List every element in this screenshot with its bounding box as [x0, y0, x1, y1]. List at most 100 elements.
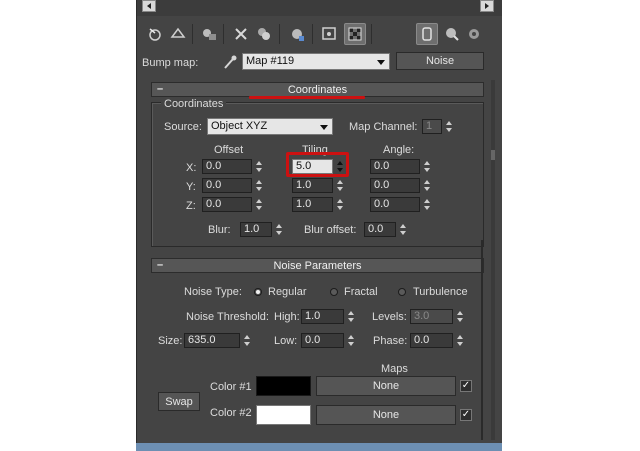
show-in-viewport-button[interactable] [318, 23, 340, 45]
title-underline-annotation [249, 96, 365, 99]
assign-material-button[interactable] [286, 23, 308, 45]
map-type-button[interactable]: Noise [396, 52, 484, 70]
noise-type-regular-label: Regular [268, 286, 307, 298]
source-dropdown[interactable]: Object XYZ [207, 118, 333, 135]
toolbar-separator [312, 24, 313, 44]
noise-type-fractal-label: Fractal [344, 286, 378, 298]
material-editor-panel: Bump map: Map #119 Noise – Coordinates C… [136, 0, 502, 443]
levels-field[interactable]: 3.0 [410, 309, 453, 324]
swap-button[interactable]: Swap [158, 392, 200, 411]
chevron-down-icon [320, 125, 328, 130]
top-strip [136, 0, 502, 16]
material-map-navigator-icon [446, 28, 459, 41]
options-button[interactable] [463, 23, 485, 45]
offset-y-field[interactable]: 0.0 [202, 178, 252, 193]
vertical-scrollbar[interactable] [491, 80, 495, 440]
panel-left-border [136, 0, 137, 443]
offset-z-spinner[interactable] [254, 197, 263, 212]
taskbar-strip [136, 443, 502, 451]
angle-z-field[interactable]: 0.0 [370, 197, 420, 212]
scrollbar-thumb[interactable] [491, 150, 495, 160]
sample-type-button[interactable] [416, 23, 438, 45]
angle-column-header: Angle: [383, 144, 415, 156]
arrow-right-icon [485, 3, 489, 9]
blur-label: Blur: [208, 224, 231, 236]
noise-parameters-rollout-header[interactable]: – Noise Parameters [151, 258, 484, 273]
blur-spinner[interactable] [274, 222, 283, 237]
collapse-icon: – [157, 83, 164, 95]
angle-x-field[interactable]: 0.0 [370, 159, 420, 174]
make-unique-button[interactable] [253, 23, 275, 45]
high-spinner[interactable] [346, 309, 355, 324]
go-to-parent-button[interactable] [144, 23, 166, 45]
blur-offset-spinner[interactable] [398, 222, 407, 237]
size-spinner[interactable] [242, 333, 251, 348]
material-map-navigator-button[interactable] [441, 23, 463, 45]
toolbar-separator [223, 24, 224, 44]
color2-map-checkbox[interactable]: ✓ [460, 409, 472, 421]
scroll-left-button[interactable] [142, 0, 156, 12]
phase-spinner[interactable] [455, 333, 464, 348]
map-channel-label: Map Channel: [349, 121, 418, 133]
delete-map-button[interactable] [230, 23, 252, 45]
color1-label: Color #1 [210, 381, 252, 393]
color1-map-checkbox[interactable]: ✓ [460, 380, 472, 392]
source-label: Source: [164, 121, 202, 133]
scroll-right-button[interactable] [480, 0, 494, 12]
show-end-result-button[interactable] [167, 23, 189, 45]
offset-z-field[interactable]: 0.0 [202, 197, 252, 212]
size-field[interactable]: 635.0 [184, 333, 240, 348]
offset-column-header: Offset [214, 144, 244, 156]
tiling-z-field[interactable]: 1.0 [292, 197, 333, 212]
angle-y-spinner[interactable] [422, 178, 431, 193]
color1-swatch[interactable] [256, 376, 311, 396]
options-icon [469, 29, 479, 39]
collapse-icon: – [157, 259, 164, 271]
bump-map-label: Bump map: [142, 57, 199, 69]
map-channel-field[interactable]: 1 [422, 119, 442, 134]
low-spinner[interactable] [346, 333, 355, 348]
blur-offset-field[interactable]: 0.0 [364, 222, 396, 237]
toolbar-separator [279, 24, 280, 44]
assign-material-icon [292, 29, 304, 41]
blur-field[interactable]: 1.0 [240, 222, 272, 237]
material-editor-toolbar [136, 20, 502, 48]
noise-type-fractal-radio[interactable] [330, 288, 338, 296]
background-button[interactable] [344, 23, 366, 45]
color2-swatch[interactable] [256, 405, 311, 425]
map-name-dropdown[interactable]: Map #119 [242, 53, 390, 70]
color2-map-button[interactable]: None [316, 405, 456, 425]
offset-x-spinner[interactable] [254, 159, 263, 174]
delete-map-icon [235, 28, 247, 40]
high-field[interactable]: 1.0 [301, 309, 344, 324]
tiling-y-field[interactable]: 1.0 [292, 178, 333, 193]
high-label: High: [274, 311, 300, 323]
arrow-left-icon [147, 3, 151, 9]
offset-x-field[interactable]: 0.0 [202, 159, 252, 174]
color1-map-button[interactable]: None [316, 376, 456, 396]
coordinates-rollout-header[interactable]: – Coordinates [151, 82, 484, 97]
z-row-label: Z: [186, 200, 196, 212]
put-to-library-button[interactable] [198, 23, 220, 45]
noise-type-regular-radio[interactable] [254, 288, 262, 296]
tiling-y-spinner[interactable] [335, 178, 344, 193]
tiling-highlight-annotation [286, 152, 349, 177]
levels-spinner[interactable] [455, 309, 464, 324]
put-to-library-icon [203, 29, 216, 40]
eyedropper-button[interactable] [222, 53, 238, 74]
map-channel-spinner[interactable] [444, 119, 453, 134]
blur-offset-label: Blur offset: [304, 224, 357, 236]
tiling-z-spinner[interactable] [335, 197, 344, 212]
angle-x-spinner[interactable] [422, 159, 431, 174]
show-end-result-icon [170, 27, 186, 38]
maps-column-header: Maps [381, 363, 408, 375]
offset-y-spinner[interactable] [254, 178, 263, 193]
levels-label: Levels: [372, 311, 407, 323]
angle-y-field[interactable]: 0.0 [370, 178, 420, 193]
color2-label: Color #2 [210, 407, 252, 419]
low-field[interactable]: 0.0 [301, 333, 344, 348]
noise-type-turbulence-radio[interactable] [398, 288, 406, 296]
map-name-value: Map #119 [246, 55, 295, 67]
phase-field[interactable]: 0.0 [410, 333, 453, 348]
angle-z-spinner[interactable] [422, 197, 431, 212]
